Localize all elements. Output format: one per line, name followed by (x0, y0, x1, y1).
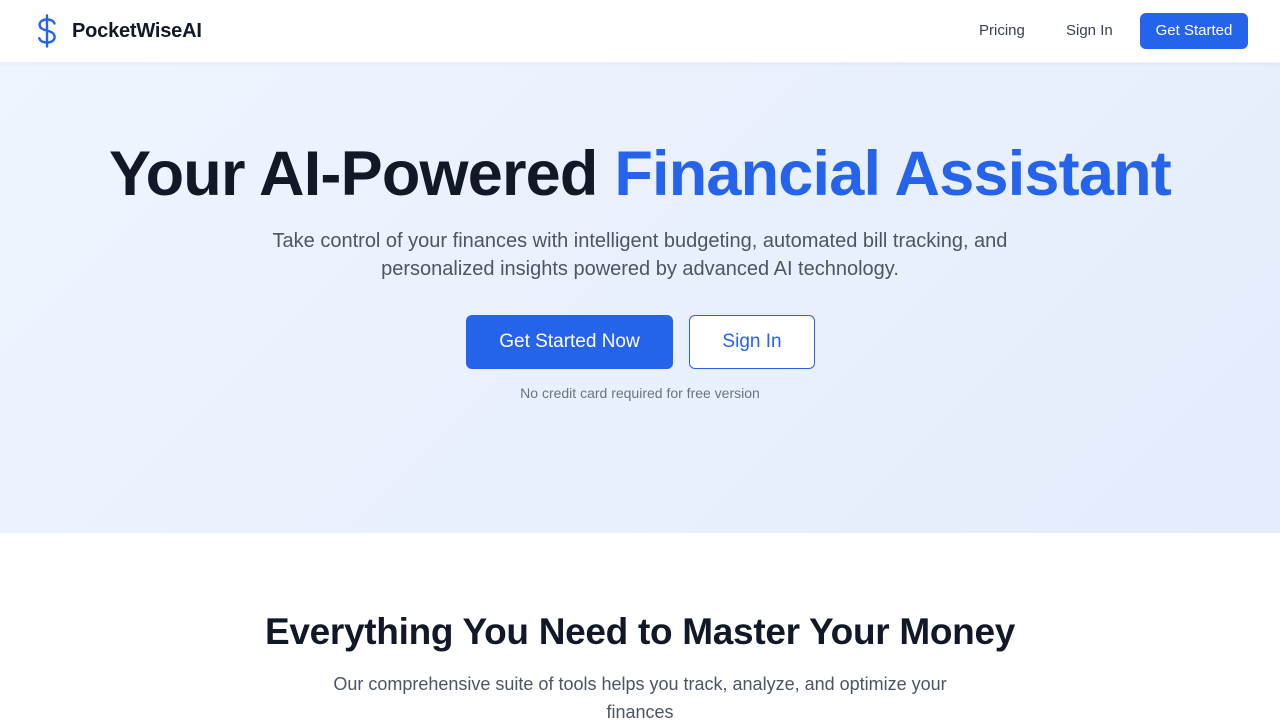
features-section: Everything You Need to Master Your Money… (0, 533, 1280, 722)
hero-title-accent: Financial Assistant (614, 139, 1171, 209)
hero-section: Your AI-Powered Financial Assistant Take… (0, 63, 1280, 533)
hero-subtitle: Take control of your finances with intel… (272, 230, 1008, 280)
no-credit-card-note: No credit card required for free version (520, 385, 760, 401)
nav-sign-in-link[interactable]: Sign In (1053, 13, 1126, 49)
features-title: Everything You Need to Master Your Money (264, 611, 1016, 652)
hero-title-main: Your AI-Powered (109, 139, 598, 209)
brand-logo-link[interactable]: PocketWiseAI (34, 14, 202, 48)
brand-name: PocketWiseAI (72, 19, 202, 42)
features-subtitle: Our comprehensive suite of tools helps y… (333, 674, 947, 722)
nav-get-started-button[interactable]: Get Started (1140, 13, 1248, 49)
nav-pricing-link[interactable]: Pricing (966, 13, 1038, 49)
hero-title: Your AI-Powered Financial Assistant (0, 138, 1280, 210)
top-navbar: PocketWiseAI Pricing Sign In Get Started (0, 0, 1280, 63)
get-started-now-button[interactable]: Get Started Now (466, 315, 673, 369)
dollar-sign-icon (38, 14, 56, 48)
hero-sign-in-button[interactable]: Sign In (689, 315, 815, 369)
